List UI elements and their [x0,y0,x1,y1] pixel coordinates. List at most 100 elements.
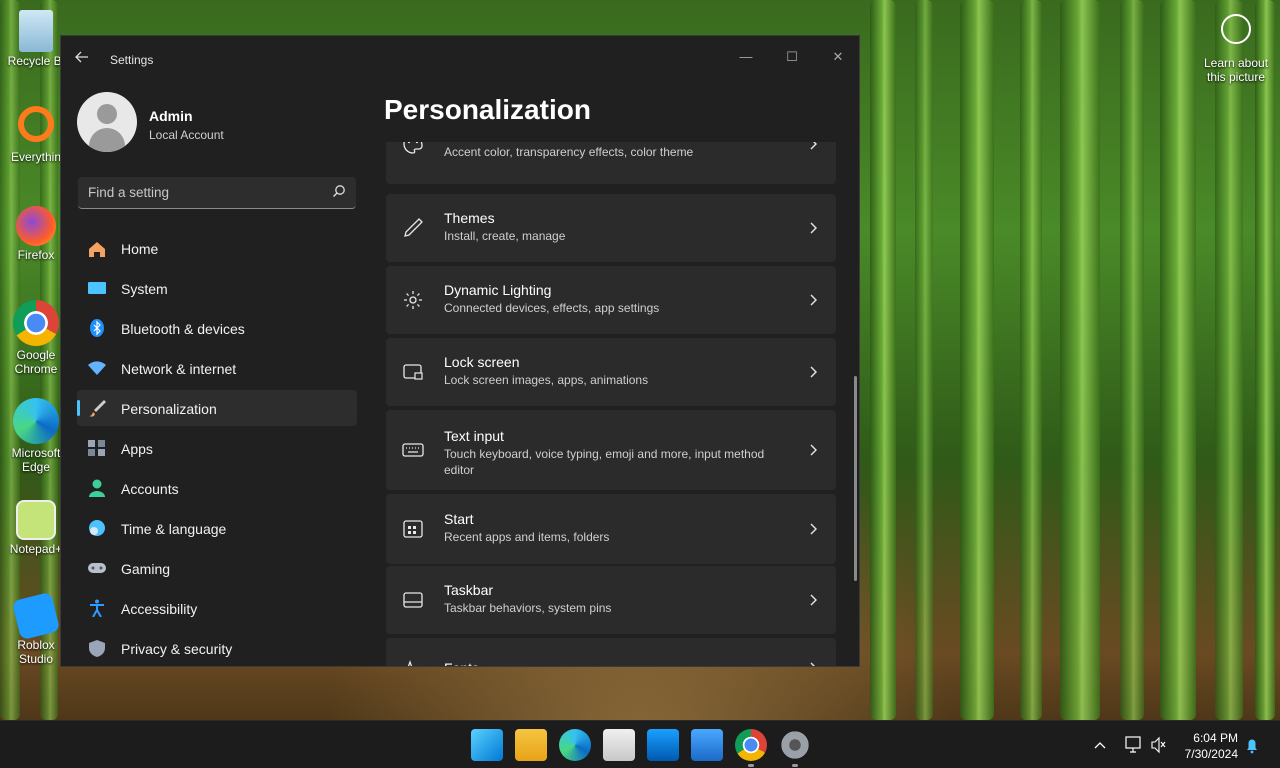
everything-icon [18,106,54,142]
chevron-right-icon [810,594,817,606]
sidebar-item-label: Privacy & security [121,641,233,657]
title-bar: Settings — ☐ ✕ [61,36,859,84]
edge-icon [13,398,59,444]
chevron-right-icon [810,444,817,456]
sidebar-item-time-language[interactable]: Time & language [77,510,357,546]
bell-icon [1247,739,1257,754]
sidebar-item-home[interactable]: Home [77,230,357,266]
running-indicator [792,764,798,767]
search-box [78,177,356,209]
user-name: Admin [149,108,193,124]
sidebar-item-system[interactable]: System [77,270,357,306]
card-description: Lock screen images, apps, animations [444,373,649,387]
clock-date: 7/30/2024 [1184,747,1238,761]
firefox-icon [16,206,56,246]
clock-time: 6:04 PM [1193,731,1238,745]
recycle-bin-icon [19,10,53,52]
notifications-button[interactable] [1245,721,1259,768]
card-colors[interactable]: Colors Accent color, transparency effect… [386,142,836,184]
volume-status[interactable] [1150,721,1166,768]
brush-icon [89,400,106,417]
card-lock-screen[interactable]: Lock screen Lock screen images, apps, an… [386,338,836,406]
fonts-icon [407,660,413,666]
card-description: Recent apps and items, folders [444,530,610,544]
sidebar-item-privacy-security[interactable]: Privacy & security [77,630,357,666]
taskbar-file-explorer-icon[interactable] [515,729,547,761]
card-start[interactable]: Start Recent apps and items, folders [386,494,836,564]
sidebar-item-label: Apps [121,441,153,457]
sidebar-item-label: Network & internet [121,361,237,377]
network-icon [1125,736,1141,753]
sidebar-item-label: Time & language [121,521,227,537]
card-text-input[interactable]: Text input Touch keyboard, voice typing,… [386,410,836,490]
card-description: Install, create, manage [444,229,566,243]
keyboard-icon [402,443,424,457]
sidebar-item-accessibility[interactable]: Accessibility [77,590,357,626]
chevron-right-icon [810,523,817,535]
sidebar-item-label: Home [121,241,159,257]
card-description: Accent color, transparency effects, colo… [444,145,694,159]
minimize-button[interactable]: — [723,42,769,72]
card-themes[interactable]: Themes Install, create, manage [386,194,836,262]
settings-window: Settings — ☐ ✕ Admin Local Account Home … [60,35,860,667]
card-taskbar[interactable]: Taskbar Taskbar behaviors, system pins [386,566,836,634]
sidebar-item-label: Accounts [121,481,179,497]
network-status[interactable] [1124,721,1142,768]
close-button[interactable]: ✕ [815,42,859,72]
card-title: Start [444,511,474,527]
sidebar-item-personalization[interactable]: Personalization [77,390,357,426]
taskbar-store-icon[interactable] [603,729,635,761]
taskbar-settings-icon[interactable] [779,729,811,767]
maximize-button[interactable]: ☐ [769,42,815,72]
search-icon[interactable] [332,184,346,198]
card-title: Fonts [444,660,479,666]
sidebar-item-label: System [121,281,168,297]
avatar [77,92,137,152]
search-input[interactable] [78,177,318,207]
sidebar-item-bluetooth-devices[interactable]: Bluetooth & devices [77,310,357,346]
card-title: Text input [444,428,504,444]
back-button[interactable] [75,50,95,70]
apps-icon [88,440,105,456]
sidebar-item-apps[interactable]: Apps [77,430,357,466]
taskbar: 6:04 PM 7/30/2024 [0,720,1280,768]
chevron-right-icon [810,142,817,150]
running-indicator [748,764,754,767]
scrollbar[interactable] [854,376,857,581]
chevron-right-icon [810,294,817,306]
taskbar-chrome-icon[interactable] [735,729,767,767]
account-type: Local Account [149,128,224,142]
card-title: Dynamic Lighting [444,282,552,298]
chevron-up-icon [1094,742,1106,749]
learn-about-picture[interactable]: Learn about this picture [1200,14,1272,84]
settings-list: Colors Accent color, transparency effect… [386,142,836,666]
sidebar-item-network-internet[interactable]: Network & internet [77,350,357,386]
taskbar-edge-icon[interactable] [559,729,591,761]
taskbar-app-icon[interactable] [691,729,723,761]
gamepad-icon [88,563,106,573]
lighting-icon [404,291,422,309]
globe-icon [89,520,105,536]
sidebar-item-accounts[interactable]: Accounts [77,470,357,506]
camera-icon [1221,14,1251,44]
clock[interactable]: 6:04 PM 7/30/2024 [1185,730,1238,762]
app-title: Settings [110,53,154,67]
volume-muted-icon [1151,736,1166,754]
wifi-icon [88,361,106,375]
card-fonts[interactable]: Fonts [386,638,836,666]
lock-screen-icon [403,364,423,380]
sidebar-item-gaming[interactable]: Gaming [77,550,357,586]
sidebar-item-label: Personalization [121,401,217,417]
sidebar-item-label: Gaming [121,561,171,577]
notepad-plus-icon [16,500,56,540]
show-hidden-icons-button[interactable] [1093,721,1107,768]
taskbar-start-icon[interactable] [471,729,503,761]
card-dynamic-lighting[interactable]: Dynamic Lighting Connected devices, effe… [386,266,836,334]
shield-icon [89,640,105,657]
chrome-icon [13,300,59,346]
taskbar-outlook-icon[interactable] [647,729,679,761]
card-title: Themes [444,210,495,226]
roblox-studio-icon [11,591,61,641]
sidebar-item-label: Bluetooth & devices [121,321,245,337]
home-icon [89,242,105,257]
